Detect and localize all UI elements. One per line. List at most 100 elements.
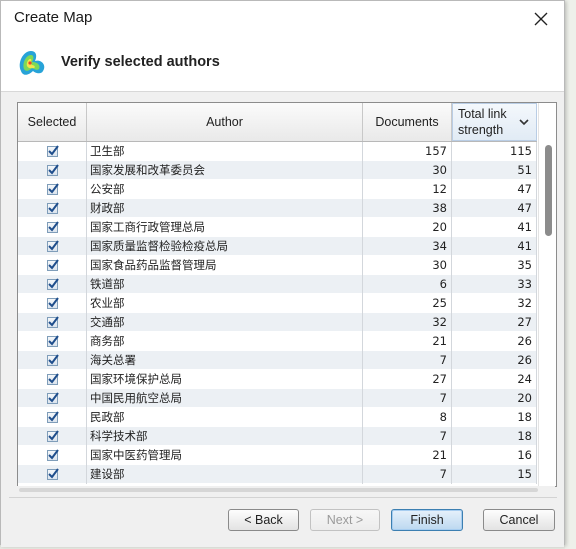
check-icon <box>47 411 59 422</box>
documents-cell: 8 <box>363 408 452 427</box>
link-strength-cell: 16 <box>452 446 537 465</box>
documents-cell: 27 <box>363 370 452 389</box>
documents-cell: 32 <box>363 313 452 332</box>
table-row[interactable]: 铁道部 6 33 <box>18 275 537 294</box>
table-row[interactable]: 财政部 38 47 <box>18 199 537 218</box>
check-icon <box>47 145 59 156</box>
selected-cell <box>18 389 87 408</box>
close-icon <box>534 12 548 26</box>
close-button[interactable] <box>524 5 558 33</box>
table-row[interactable]: 中国民用航空总局 7 20 <box>18 389 537 408</box>
check-icon <box>47 240 59 251</box>
documents-cell: 34 <box>363 237 452 256</box>
selected-checkbox[interactable] <box>46 411 59 423</box>
check-icon <box>47 164 59 175</box>
column-header-total-link-strength[interactable]: Total link strength <box>452 103 537 141</box>
table-row[interactable]: 农业部 25 32 <box>18 294 537 313</box>
wizard-header: Verify selected authors <box>1 37 564 93</box>
table-row[interactable]: 交通部 32 27 <box>18 313 537 332</box>
author-cell: 海关总署 <box>87 351 363 370</box>
documents-cell: 21 <box>363 446 452 465</box>
vertical-scrollbar[interactable] <box>538 103 556 486</box>
vertical-scrollbar-thumb[interactable] <box>545 145 552 236</box>
documents-cell: 7 <box>363 351 452 370</box>
table-row[interactable]: 国家中医药管理局 21 16 <box>18 446 537 465</box>
check-icon <box>47 202 59 213</box>
check-icon <box>47 449 59 460</box>
link-strength-cell: 20 <box>452 389 537 408</box>
selected-checkbox[interactable] <box>46 164 59 176</box>
selected-cell <box>18 218 87 237</box>
selected-checkbox[interactable] <box>46 240 59 252</box>
author-cell: 财政部 <box>87 199 363 218</box>
documents-cell: 30 <box>363 256 452 275</box>
table-row[interactable]: 国家工商行政管理总局 20 41 <box>18 218 537 237</box>
back-button[interactable]: < Back <box>228 509 299 531</box>
author-cell: 科学技术部 <box>87 427 363 446</box>
selected-checkbox[interactable] <box>46 145 59 157</box>
selected-checkbox[interactable] <box>46 392 59 404</box>
table-row[interactable]: 国家发展和改革委员会 30 51 <box>18 161 537 180</box>
column-header-documents[interactable]: Documents <box>363 103 452 141</box>
link-strength-cell: 41 <box>452 218 537 237</box>
table-row[interactable]: 国家质量监督检验检疫总局 34 41 <box>18 237 537 256</box>
table-row[interactable]: 卫生部 157 115 <box>18 142 537 161</box>
selected-checkbox[interactable] <box>46 297 59 309</box>
selected-cell <box>18 332 87 351</box>
column-header-author[interactable]: Author <box>87 103 363 141</box>
chevron-down-icon <box>519 118 529 126</box>
author-cell: 国家食品药品监督管理局 <box>87 256 363 275</box>
window-title: Create Map <box>14 9 93 26</box>
table-row[interactable]: 科学技术部 7 18 <box>18 427 537 446</box>
documents-cell: 7 <box>363 389 452 408</box>
documents-cell: 7 <box>363 465 452 484</box>
check-icon <box>47 278 59 289</box>
table-header: Selected Author Documents Total link str… <box>18 103 537 142</box>
table-row[interactable]: 国家食品药品监督管理局 30 35 <box>18 256 537 275</box>
cancel-button[interactable]: Cancel <box>483 509 555 531</box>
table-row[interactable]: 民政部 8 18 <box>18 408 537 427</box>
documents-cell: 7 <box>363 427 452 446</box>
column-header-selected[interactable]: Selected <box>18 103 87 141</box>
author-cell: 国家质量监督检验检疫总局 <box>87 237 363 256</box>
documents-cell: 21 <box>363 332 452 351</box>
content-area: Selected Author Documents Total link str… <box>1 91 564 547</box>
selected-checkbox[interactable] <box>46 373 59 385</box>
table-row[interactable]: 商务部 21 26 <box>18 332 537 351</box>
authors-table: Selected Author Documents Total link str… <box>17 102 557 487</box>
selected-checkbox[interactable] <box>46 430 59 442</box>
selected-checkbox[interactable] <box>46 183 59 195</box>
author-cell: 公安部 <box>87 180 363 199</box>
author-cell: 铁道部 <box>87 275 363 294</box>
table-row[interactable]: 海关总署 7 26 <box>18 351 537 370</box>
selected-cell <box>18 370 87 389</box>
selected-checkbox[interactable] <box>46 468 59 480</box>
selected-checkbox[interactable] <box>46 316 59 328</box>
table-row[interactable]: 公安部 12 47 <box>18 180 537 199</box>
table-row[interactable]: 建设部 7 15 <box>18 465 537 484</box>
author-cell: 国家环境保护总局 <box>87 370 363 389</box>
horizontal-scrollbar[interactable] <box>17 486 555 494</box>
table-body: 卫生部 157 115 国家发展和改革委员会 30 51 公安部 12 47 财政部 38 47 国家工… <box>18 142 537 484</box>
check-icon <box>47 316 59 327</box>
selected-checkbox[interactable] <box>46 259 59 271</box>
documents-cell: 25 <box>363 294 452 313</box>
horizontal-scrollbar-thumb[interactable] <box>19 488 538 492</box>
check-icon <box>47 297 59 308</box>
selected-checkbox[interactable] <box>46 278 59 290</box>
link-strength-cell: 24 <box>452 370 537 389</box>
link-strength-cell: 51 <box>452 161 537 180</box>
link-strength-cell: 47 <box>452 180 537 199</box>
table-row[interactable]: 国家环境保护总局 27 24 <box>18 370 537 389</box>
selected-checkbox[interactable] <box>46 449 59 461</box>
selected-checkbox[interactable] <box>46 202 59 214</box>
finish-button[interactable]: Finish <box>391 509 463 531</box>
selected-checkbox[interactable] <box>46 335 59 347</box>
link-strength-cell: 47 <box>452 199 537 218</box>
author-cell: 建设部 <box>87 465 363 484</box>
selected-checkbox[interactable] <box>46 354 59 366</box>
author-cell: 国家工商行政管理总局 <box>87 218 363 237</box>
check-icon <box>47 354 59 365</box>
next-button[interactable]: Next > <box>310 509 380 531</box>
selected-checkbox[interactable] <box>46 221 59 233</box>
